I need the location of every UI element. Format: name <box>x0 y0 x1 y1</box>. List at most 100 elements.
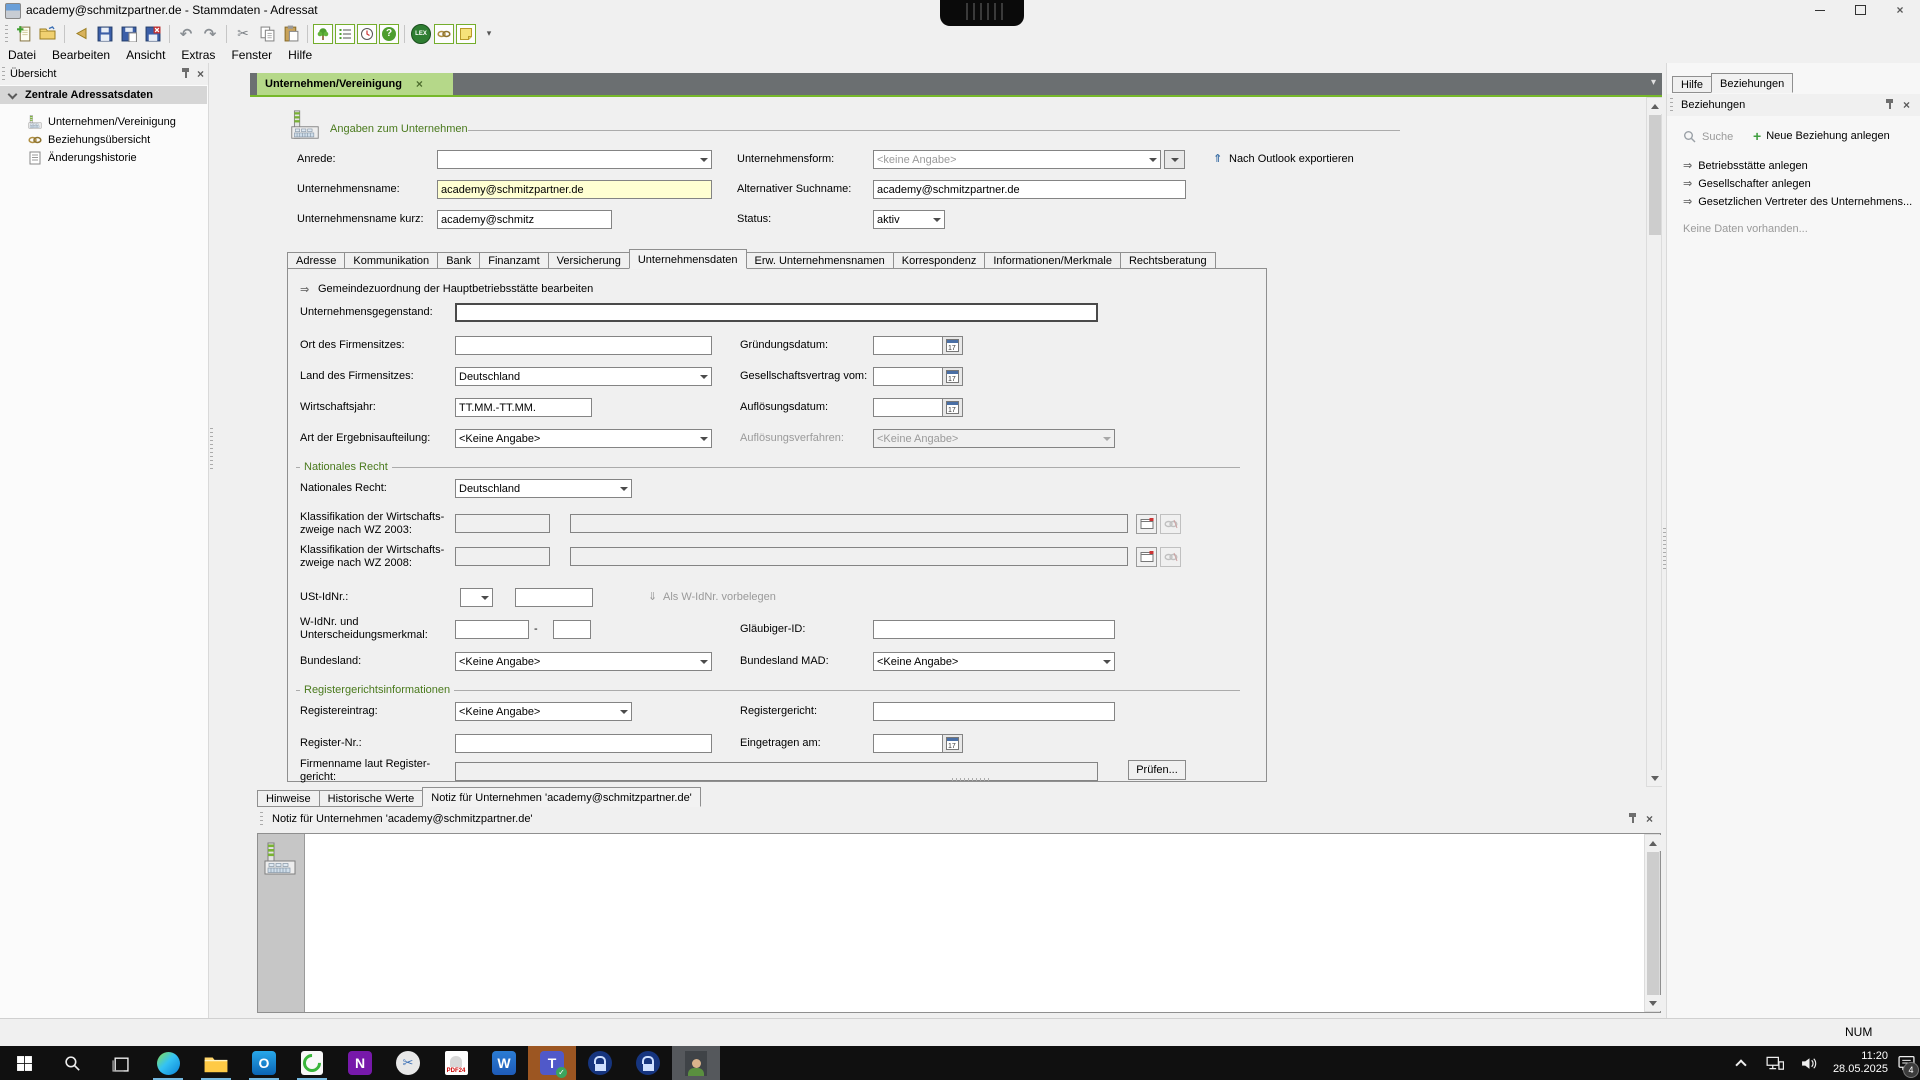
volume-icon[interactable] <box>1792 1046 1826 1080</box>
anrede-combo[interactable] <box>437 150 712 169</box>
minimize-button[interactable] <box>1800 0 1840 20</box>
taskbar-onenote[interactable]: N <box>336 1046 384 1080</box>
properties-list-icon[interactable] <box>335 24 355 44</box>
paste-icon[interactable] <box>280 23 302 45</box>
taskbar-pdf24[interactable]: PDF24 <box>432 1046 480 1080</box>
open-folder-icon[interactable] <box>37 23 59 45</box>
scroll-down-icon[interactable] <box>1645 995 1661 1011</box>
register-nr-input[interactable] <box>455 734 712 753</box>
copy-icon[interactable] <box>256 23 278 45</box>
subtab-adresse[interactable]: Adresse <box>287 252 345 269</box>
chevron-down-icon[interactable] <box>8 89 18 99</box>
subtab-korrespondenz[interactable]: Korrespondenz <box>893 252 986 269</box>
gruendungsdatum-field[interactable] <box>873 336 963 355</box>
taskbar-outlook[interactable]: O <box>240 1046 288 1080</box>
redo-icon[interactable]: ↷ <box>199 23 221 45</box>
save-as-icon[interactable] <box>118 23 140 45</box>
close-icon[interactable]: × <box>1903 99 1910 111</box>
menu-fenster[interactable]: Fenster <box>223 47 280 63</box>
scroll-up-icon[interactable] <box>1645 835 1661 851</box>
taskbar-teams[interactable]: T ✓ <box>528 1046 576 1080</box>
scroll-down-icon[interactable] <box>1647 770 1663 786</box>
bottom-splitter-handle[interactable] <box>952 778 992 781</box>
close-icon[interactable]: × <box>1646 813 1653 825</box>
scrollbar-thumb[interactable] <box>1647 852 1659 995</box>
taskbar-search-button[interactable] <box>48 1046 96 1080</box>
taskbar-stammdaten-app[interactable] <box>672 1046 720 1080</box>
back-icon[interactable] <box>70 23 92 45</box>
tab-list-icon[interactable]: ▾ <box>1651 77 1656 88</box>
menu-extras[interactable]: Extras <box>173 47 223 63</box>
taskbar-edge[interactable] <box>144 1046 192 1080</box>
subtab-unternehmensdaten[interactable]: Unternehmensdaten <box>629 249 747 269</box>
tab-historische-werte[interactable]: Historische Werte <box>319 790 424 807</box>
organization-tree-icon[interactable] <box>313 24 333 44</box>
ort-input[interactable] <box>455 336 712 355</box>
tab-hilfe[interactable]: Hilfe <box>1672 76 1712 93</box>
subtab-finanzamt[interactable]: Finanzamt <box>479 252 548 269</box>
close-icon[interactable]: × <box>197 68 204 80</box>
tab-hinweise[interactable]: Hinweise <box>257 790 320 807</box>
task-view-button[interactable] <box>96 1046 144 1080</box>
maximize-button[interactable] <box>1840 0 1880 20</box>
new-document-icon[interactable] <box>13 23 35 45</box>
start-button[interactable] <box>0 1046 48 1080</box>
close-button[interactable]: × <box>1880 0 1920 20</box>
subtab-kommunikation[interactable]: Kommunikation <box>344 252 438 269</box>
registergericht-input[interactable] <box>873 702 1115 721</box>
tab-notiz[interactable]: Notiz für Unternehmen 'academy@schmitzpa… <box>422 787 701 807</box>
search-control[interactable]: Suche <box>1683 130 1733 143</box>
menu-bearbeiten[interactable]: Bearbeiten <box>44 47 118 63</box>
link-betriebsstaette[interactable]: ⇒ Betriebsstätte anlegen <box>1683 159 1808 172</box>
lex-icon[interactable]: LEX <box>410 23 432 45</box>
ustid-country-combo[interactable] <box>460 588 493 607</box>
subtab-versicherung[interactable]: Versicherung <box>548 252 630 269</box>
taskbar-clock[interactable]: 11:20 28.05.2025 <box>1824 1046 1888 1080</box>
ergebnisaufteilung-combo[interactable]: <Keine Angabe> <box>455 429 712 448</box>
tray-chevron-up[interactable] <box>1724 1046 1758 1080</box>
bundesland-combo[interactable]: <Keine Angabe> <box>455 652 712 671</box>
pin-icon[interactable] <box>1628 813 1637 824</box>
history-clock-icon[interactable] <box>357 24 377 44</box>
tab-beziehungen[interactable]: Beziehungen <box>1711 73 1793 93</box>
taskbar-snipping-tool[interactable]: ✂ <box>384 1046 432 1080</box>
taskbar-explorer[interactable] <box>192 1046 240 1080</box>
scrollbar-thumb[interactable] <box>1649 115 1661 235</box>
alt-suchname-input[interactable] <box>873 180 1186 199</box>
tree-group-header[interactable]: Zentrale Adressatsdaten <box>0 86 207 104</box>
main-scrollbar[interactable] <box>1646 97 1662 787</box>
undo-icon[interactable]: ↶ <box>175 23 197 45</box>
subtab-erw-unternehmensnamen[interactable]: Erw. Unternehmensnamen <box>746 252 894 269</box>
notes-scrollbar[interactable] <box>1644 834 1660 1012</box>
unternehmensform-combo[interactable]: <keine Angabe> <box>873 150 1161 169</box>
save-close-icon[interactable] <box>142 23 164 45</box>
ustid-input[interactable] <box>515 588 593 607</box>
network-icon[interactable] <box>1758 1046 1792 1080</box>
cut-icon[interactable]: ✂ <box>232 23 254 45</box>
unternehmensname-kurz-input[interactable] <box>437 210 612 229</box>
registereintrag-combo[interactable]: <Keine Angabe> <box>455 702 632 721</box>
bundesland-mad-combo[interactable]: <Keine Angabe> <box>873 652 1115 671</box>
subtab-bank[interactable]: Bank <box>437 252 480 269</box>
menu-datei[interactable]: Datei <box>0 47 44 63</box>
menu-ansicht[interactable]: Ansicht <box>118 47 173 63</box>
outlook-export-link[interactable]: Nach Outlook exportieren <box>1229 150 1354 169</box>
gesellschaftsvertrag-field[interactable] <box>873 367 963 386</box>
link-gesellschafter[interactable]: ⇒ Gesellschafter anlegen <box>1683 177 1811 190</box>
sidebar-item-unternehmen[interactable]: Unternehmen/Vereinigung <box>0 113 207 130</box>
aufloesungsdatum-field[interactable] <box>873 398 963 417</box>
link-icon[interactable] <box>434 24 454 44</box>
status-combo[interactable]: aktiv <box>873 210 945 229</box>
taskbar-keepass-1[interactable] <box>576 1046 624 1080</box>
land-combo[interactable]: Deutschland <box>455 367 712 386</box>
save-icon[interactable] <box>94 23 116 45</box>
menu-hilfe[interactable]: Hilfe <box>280 47 320 63</box>
notes-text-area[interactable] <box>305 834 1644 1012</box>
gemeinde-link[interactable]: Gemeindezuordnung der Hauptbetriebsstätt… <box>318 281 593 297</box>
tab-unternehmen-vereinigung[interactable]: Unternehmen/Vereinigung × <box>257 73 453 95</box>
scroll-up-icon[interactable] <box>1647 98 1663 114</box>
unterscheidungsmerkmal-input[interactable] <box>553 620 591 639</box>
wz2008-select-button[interactable] <box>1136 547 1157 567</box>
taskbar-word[interactable]: W <box>480 1046 528 1080</box>
action-center-icon[interactable]: 4 <box>1892 1046 1920 1080</box>
